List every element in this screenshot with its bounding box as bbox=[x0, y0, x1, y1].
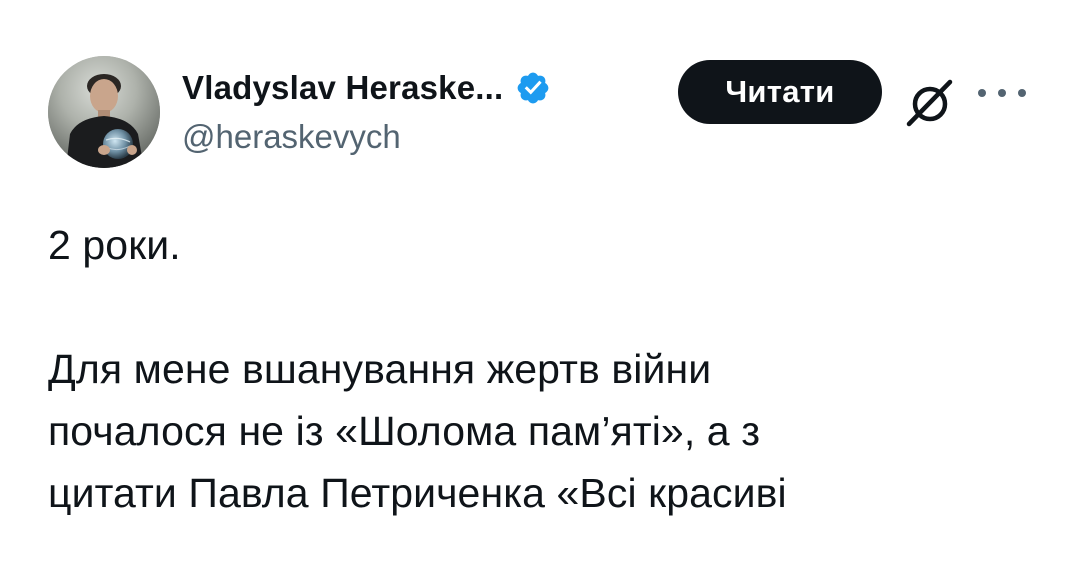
avatar-image bbox=[48, 56, 160, 168]
avatar[interactable] bbox=[48, 56, 160, 168]
more-options-icon[interactable] bbox=[978, 78, 1026, 108]
tweet-text: 2 роки. Для мене вшанування жертв війни … bbox=[48, 214, 1038, 524]
author-name-row: Vladyslav Heraske... bbox=[182, 64, 551, 112]
author-info: Vladyslav Heraske... @heraskevych bbox=[182, 64, 551, 156]
tweet-paragraph: Для мене вшанування жертв війни почалося… bbox=[48, 346, 787, 516]
grok-icon[interactable] bbox=[900, 72, 960, 132]
verified-badge-icon[interactable] bbox=[515, 70, 551, 106]
tweet-paragraph: 2 роки. bbox=[48, 222, 181, 268]
more-dot-icon bbox=[998, 89, 1006, 97]
more-dot-icon bbox=[978, 89, 986, 97]
tweet-card: Vladyslav Heraske... @heraskevych Читати… bbox=[0, 0, 1080, 564]
author-handle[interactable]: @heraskevych bbox=[182, 118, 551, 156]
author-display-name[interactable]: Vladyslav Heraske... bbox=[182, 69, 503, 107]
tweet-header: Vladyslav Heraske... @heraskevych Читати bbox=[48, 56, 1038, 172]
more-dot-icon bbox=[1018, 89, 1026, 97]
follow-button[interactable]: Читати bbox=[678, 60, 882, 124]
